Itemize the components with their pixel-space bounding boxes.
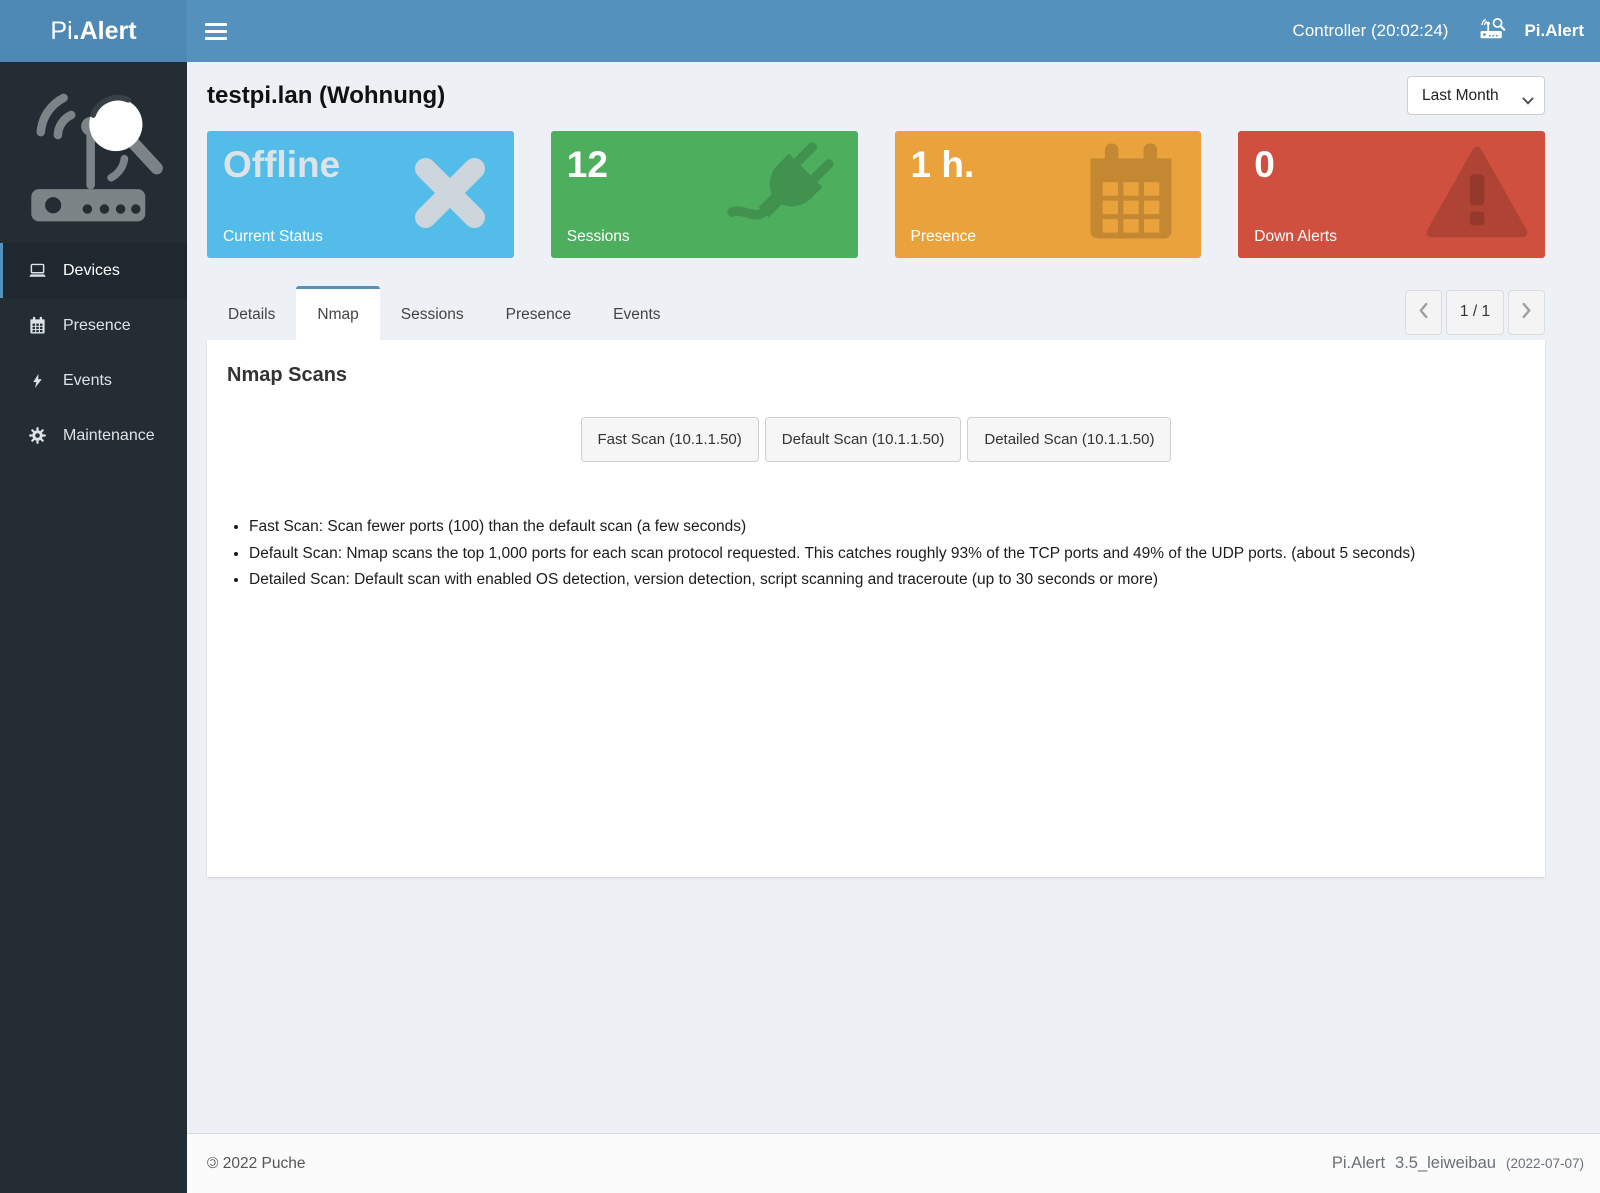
brand-logo[interactable]: Pi .Alert: [0, 0, 187, 62]
topbar-right: Controller (20:02:24) Pi.Alert: [1293, 16, 1584, 46]
brand-suffix: .Alert: [72, 16, 137, 45]
card-down-alerts: 0 Down Alerts: [1238, 131, 1545, 258]
device-pagination: 1 / 1: [1405, 289, 1545, 335]
scan-note: Detailed Scan: Default scan with enabled…: [249, 567, 1533, 594]
sidebar-item-maintenance[interactable]: Maintenance: [0, 408, 187, 463]
top-bar: Controller (20:02:24) Pi.Alert: [187, 0, 1600, 62]
chevron-left-icon: [1418, 302, 1429, 323]
card-value: 12: [566, 144, 608, 185]
scan-buttons: Fast Scan (10.1.1.50) Default Scan (10.1…: [219, 417, 1533, 462]
scan-notes: Fast Scan: Scan fewer ports (100) than t…: [249, 514, 1533, 594]
bolt-icon: [26, 370, 48, 392]
sidebar-item-label: Presence: [63, 316, 131, 334]
laptop-icon: [26, 260, 48, 282]
gear-icon: [26, 425, 48, 447]
tab-nmap[interactable]: Nmap: [296, 286, 380, 340]
sidebar-item-presence[interactable]: Presence: [0, 298, 187, 353]
card-label: Current Status: [223, 228, 323, 245]
sidebar-item-events[interactable]: Events: [0, 353, 187, 408]
router-scan-icon: [1478, 16, 1512, 46]
main-area: testpi.lan (Wohnung) Last Month Offline …: [187, 62, 1600, 1193]
pialert-router-magnifier-logo: [0, 62, 187, 243]
prev-device-button[interactable]: [1405, 289, 1442, 335]
pialert-app: Pi .Alert Controller (20:02:24) Pi.Alert…: [0, 0, 1600, 1193]
next-device-button[interactable]: [1508, 289, 1545, 335]
sidebar-item-devices[interactable]: Devices: [0, 243, 187, 298]
calendar-icon: [26, 315, 48, 337]
footer: © 2022 Puche Pi.Alert 3.5_leiweibau (202…: [187, 1133, 1600, 1193]
footer-copyright: © 2022 Puche: [207, 1154, 306, 1172]
footer-version: Pi.Alert 3.5_leiweibau (2022-07-07): [1331, 1154, 1584, 1172]
card-value: 0: [1254, 144, 1275, 185]
card-value: Offline: [223, 144, 341, 185]
nmap-heading: Nmap Scans: [227, 364, 348, 386]
page-title: testpi.lan (Wohnung): [207, 81, 446, 109]
sidebar-nav: Devices Presence Events Maintenance: [0, 243, 187, 463]
tab-sessions[interactable]: Sessions: [380, 286, 485, 340]
detail-tabs: Details Nmap Sessions Presence Events 1 …: [207, 286, 1545, 340]
scan-note: Fast Scan: Scan fewer ports (100) than t…: [249, 514, 1533, 541]
copyleft-icon: ©: [207, 1154, 219, 1172]
period-select[interactable]: Last Month: [1407, 76, 1545, 115]
card-current-status: Offline Current Status: [207, 131, 514, 258]
period-select-wrap: Last Month: [1407, 76, 1545, 115]
brand-prefix: Pi: [50, 16, 73, 45]
tab-details[interactable]: Details: [207, 286, 296, 340]
hamburger-icon[interactable]: [205, 22, 227, 40]
card-label: Sessions: [566, 228, 630, 245]
fast-scan-button[interactable]: Fast Scan (10.1.1.50): [580, 417, 759, 462]
card-label: Down Alerts: [1254, 228, 1337, 245]
sidebar-item-label: Maintenance: [63, 426, 155, 444]
controller-status: Controller (20:02:24): [1292, 21, 1449, 40]
detailed-scan-button[interactable]: Detailed Scan (10.1.1.50): [967, 417, 1172, 462]
page-indicator: 1 / 1: [1446, 289, 1504, 335]
sidebar: Devices Presence Events Maintenance: [0, 62, 187, 1193]
nmap-panel: Nmap Scans Fast Scan (10.1.1.50) Default…: [207, 340, 1545, 877]
card-value: 1 h.: [910, 144, 975, 185]
card-label: Presence: [910, 228, 976, 245]
tab-events[interactable]: Events: [592, 286, 681, 340]
scan-note: Default Scan: Nmap scans the top 1,000 p…: [249, 541, 1533, 568]
stat-cards: Offline Current Status 12 Sessions 1 h. …: [207, 131, 1545, 258]
default-scan-button[interactable]: Default Scan (10.1.1.50): [764, 417, 962, 462]
sidebar-item-label: Events: [63, 371, 112, 389]
sidebar-item-label: Devices: [63, 261, 120, 279]
chevron-right-icon: [1521, 302, 1532, 323]
card-presence: 1 h. Presence: [894, 131, 1202, 258]
tab-presence[interactable]: Presence: [485, 286, 592, 340]
account-link[interactable]: Pi.Alert: [1524, 21, 1584, 41]
card-sessions: 12 Sessions: [550, 131, 858, 258]
